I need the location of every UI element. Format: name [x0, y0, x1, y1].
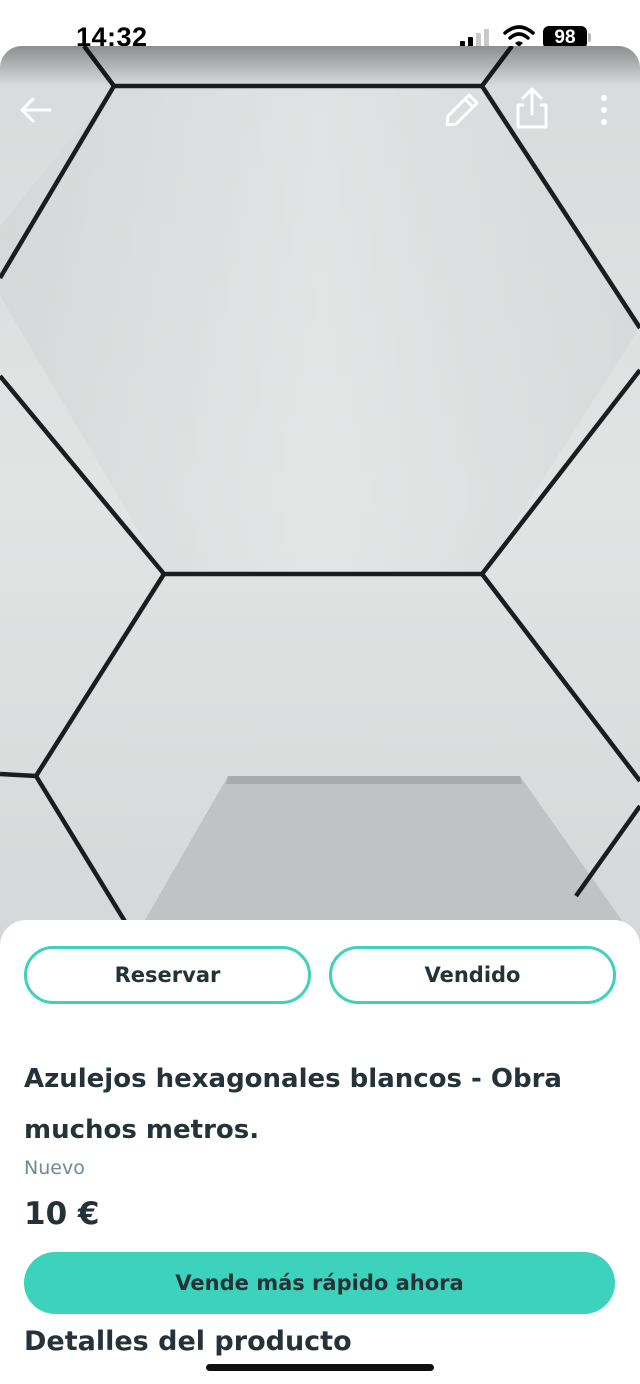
- share-button[interactable]: [506, 82, 558, 134]
- more-button[interactable]: [578, 84, 630, 136]
- product-price: 10 €: [24, 1196, 100, 1232]
- product-condition: Nuevo: [24, 1157, 85, 1179]
- hex-tiles-photo: [0, 46, 640, 946]
- product-image[interactable]: [0, 46, 640, 946]
- sell-faster-button[interactable]: Vende más rápido ahora: [24, 1252, 615, 1314]
- product-info-sheet: Reservar Vendido Azulejos hexagonales bl…: [0, 920, 640, 1384]
- wifi-icon: [503, 25, 535, 47]
- product-details-heading: Detalles del producto: [24, 1326, 352, 1357]
- pencil-icon: [445, 93, 479, 127]
- share-icon: [516, 87, 548, 129]
- back-arrow-icon: [20, 97, 52, 123]
- battery-nub: [588, 33, 591, 42]
- reserve-button[interactable]: Reservar: [24, 946, 311, 1004]
- product-screen: 14:32 98 Reservar Vendido Azulejos hexag…: [0, 0, 640, 1384]
- signal-icon: [460, 29, 489, 48]
- back-button[interactable]: [10, 84, 62, 136]
- edit-button[interactable]: [434, 84, 486, 136]
- home-indicator: [206, 1364, 434, 1371]
- sold-button[interactable]: Vendido: [329, 946, 616, 1004]
- product-title: Azulejos hexagonales blancos - Obra much…: [24, 1064, 562, 1145]
- more-vertical-icon: [601, 95, 607, 125]
